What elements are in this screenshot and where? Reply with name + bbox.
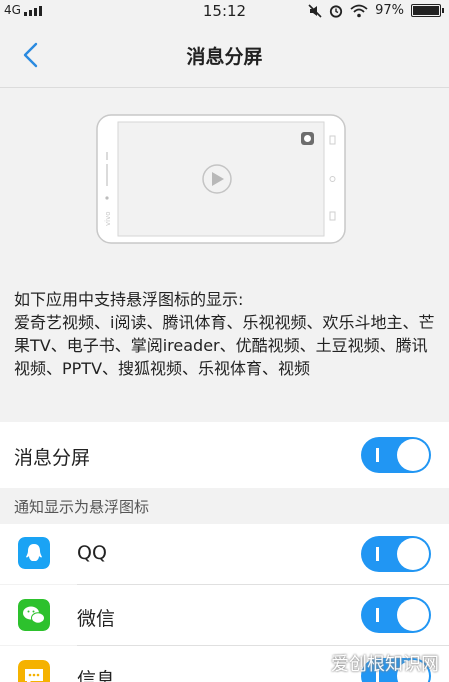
description-apps: 爱奇艺视频、i阅读、腾讯体育、乐视视频、欢乐斗地主、芒果TV、电子书、掌阅ire… xyxy=(14,313,435,378)
supported-apps-description: 如下应用中支持悬浮图标的显示: 爱奇艺视频、i阅读、腾讯体育、乐视视频、欢乐斗地… xyxy=(14,288,438,380)
message-icon xyxy=(18,660,50,682)
watermark: 爱创根知识网 xyxy=(331,654,439,675)
top-app-bar: 消息分屏 xyxy=(0,22,449,88)
app-row-wechat[interactable]: 微信 xyxy=(0,585,449,645)
message-split-screen-row[interactable]: 消息分屏 xyxy=(0,422,449,488)
phone-illustration: vivo xyxy=(96,114,346,244)
qq-icon xyxy=(18,537,50,569)
wechat-icon xyxy=(18,599,50,631)
battery-percent: 97% xyxy=(375,3,404,18)
section-header: 通知显示为悬浮图标 xyxy=(0,488,449,524)
battery-icon xyxy=(411,4,444,17)
wechat-toggle[interactable] xyxy=(361,597,431,633)
app-label-qq: QQ xyxy=(77,542,107,564)
description-intro: 如下应用中支持悬浮图标的显示: xyxy=(14,290,244,309)
wifi-icon xyxy=(350,4,368,17)
mute-icon xyxy=(308,3,322,18)
message-split-screen-toggle[interactable] xyxy=(361,437,431,473)
message-split-screen-label: 消息分屏 xyxy=(14,447,91,469)
status-bar: 4G 15:12 97% xyxy=(0,0,449,22)
app-label-message: 信息 xyxy=(77,669,116,682)
app-label-wechat: 微信 xyxy=(77,608,116,630)
qq-toggle[interactable] xyxy=(361,536,431,572)
svg-text:vivo: vivo xyxy=(104,211,112,226)
app-row-qq[interactable]: QQ xyxy=(0,524,449,584)
alarm-icon xyxy=(329,4,343,18)
section-header-label: 通知显示为悬浮图标 xyxy=(14,498,150,516)
page-title: 消息分屏 xyxy=(186,46,263,68)
